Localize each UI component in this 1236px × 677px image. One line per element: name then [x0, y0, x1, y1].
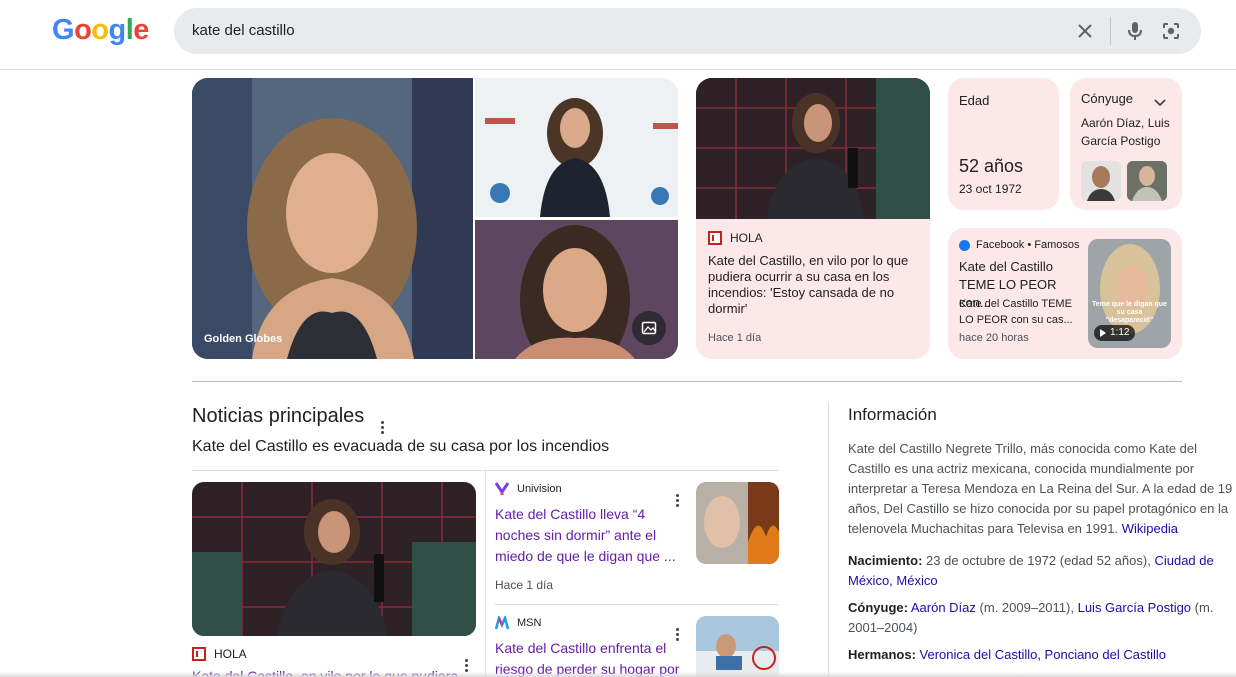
duration-text: 1:12 — [1110, 327, 1130, 338]
play-icon — [1100, 329, 1106, 337]
spouse-names: Aarón Díaz, Luis García Postigo — [1081, 116, 1170, 148]
wikipedia-link[interactable]: Wikipedia — [1122, 521, 1178, 536]
logo-letter: G — [52, 14, 75, 46]
avatar[interactable] — [1127, 161, 1167, 201]
chevron-down-icon[interactable] — [1154, 94, 1166, 112]
image-caption: Golden Globes — [204, 333, 283, 345]
bottom-shadow — [0, 672, 1236, 677]
spouse-link[interactable]: Luis García Postigo — [1078, 600, 1191, 615]
close-icon[interactable] — [1074, 20, 1096, 42]
univision-icon — [494, 482, 510, 496]
news-item-divider — [495, 604, 779, 605]
image-red-carpet[interactable] — [475, 78, 678, 217]
image-portrait[interactable] — [475, 220, 678, 359]
age-date: 23 oct 1972 — [959, 182, 1022, 196]
news-card-hola[interactable]: HOLA Kate del Castillo, en vilo por lo q… — [696, 78, 930, 359]
search-bar[interactable]: kate del castillo — [174, 8, 1201, 54]
header: Google kate del castillo — [0, 0, 1236, 70]
main-image[interactable]: Golden Globes — [192, 78, 473, 359]
info-spouse: Cónyuge: Aarón Díaz (m. 2009–2011), Luis… — [848, 598, 1236, 638]
source-row: MSN — [494, 614, 542, 630]
source-name: MSN — [517, 617, 542, 629]
source-name: Facebook • Famosos — [976, 239, 1080, 251]
image-search-icon[interactable] — [632, 311, 666, 345]
news-item-title[interactable]: Kate del Castillo lleva “4 noches sin do… — [495, 504, 690, 567]
news-card-image — [696, 78, 930, 219]
logo-letter: o — [74, 14, 92, 46]
birth-value: 23 de octubre de 1972 (edad 52 años), — [926, 553, 1151, 568]
siblings-link[interactable]: Veronica del Castillo, Ponciano del Cast… — [920, 647, 1166, 662]
source-row: HOLA — [192, 647, 247, 661]
video-duration: 1:12 — [1094, 325, 1136, 341]
birth-label: Nacimiento: — [848, 553, 923, 568]
info-siblings: Hermanos: Veronica del Castillo, Poncian… — [848, 645, 1236, 665]
news-subheading: Kate del Castillo es evacuada de su casa… — [192, 438, 610, 455]
search-divider — [1110, 17, 1111, 45]
facebook-icon — [959, 239, 970, 251]
logo-letter: e — [133, 14, 149, 46]
siblings-label: Hermanos: — [848, 647, 916, 662]
spouse-years: (m. 2009–2011), — [979, 600, 1074, 615]
search-input[interactable]: kate del castillo — [192, 8, 295, 54]
camera-lens-icon[interactable] — [1160, 20, 1182, 42]
source-row: Facebook • Famosos — [959, 239, 1080, 251]
logo-letter: g — [108, 14, 127, 46]
info-birth: Nacimiento: 23 de octubre de 1972 (edad … — [848, 551, 1236, 591]
facebook-card[interactable]: Facebook • Famosos Kate del Castillo TEM… — [948, 228, 1182, 359]
facebook-card-snippet: Kate del Castillo TEME LO PEOR con su ca… — [959, 298, 1073, 326]
spouse-card[interactable]: Cónyuge Aarón Díaz, Luis García Postigo — [1070, 78, 1182, 210]
age-label: Edad — [959, 93, 990, 108]
source-row: HOLA — [708, 231, 763, 245]
news-item-thumbnail[interactable] — [696, 616, 779, 677]
hola-logo-icon — [708, 231, 722, 245]
spouse-label: Cónyuge — [1081, 91, 1134, 106]
video-thumbnail[interactable]: Teme que le digan que su casa "desaparec… — [1088, 239, 1171, 348]
hola-logo-icon — [192, 647, 206, 661]
facebook-card-time: hace 20 horas — [959, 332, 1029, 344]
age-value: 52 años — [959, 156, 1024, 176]
msn-icon — [494, 614, 510, 630]
info-heading: Información — [848, 405, 937, 424]
news-heading: Noticias principales — [192, 405, 365, 427]
info-description: Kate del Castillo Negrete Trillo, más co… — [848, 439, 1236, 539]
mic-icon[interactable] — [1124, 20, 1146, 42]
news-column-divider — [485, 471, 486, 677]
source-row: Univision — [494, 482, 562, 496]
logo-letter: o — [91, 14, 109, 46]
more-options-icon[interactable] — [465, 649, 468, 672]
section-divider — [192, 381, 1182, 382]
news-main-image[interactable] — [192, 482, 476, 636]
logo-letter: l — [125, 14, 134, 46]
source-name: HOLA — [730, 231, 763, 245]
age-card[interactable]: Edad 52 años 23 oct 1972 — [948, 78, 1059, 210]
info-panel: Información Kate del Castillo Negrete Tr… — [828, 403, 1236, 677]
source-name: HOLA — [214, 647, 247, 661]
news-item-thumbnail[interactable] — [696, 482, 779, 564]
more-options-icon[interactable] — [381, 411, 384, 434]
google-logo[interactable]: Google — [52, 13, 149, 47]
spouse-info-label: Cónyuge: — [848, 600, 908, 615]
news-card-time: Hace 1 día — [708, 332, 762, 344]
source-name: Univision — [517, 483, 562, 495]
video-thumb-text: Teme que le digan que su casa "desaparec… — [1092, 301, 1167, 324]
avatar[interactable] — [1081, 161, 1121, 201]
spouse-link[interactable]: Aarón Díaz — [911, 600, 976, 615]
news-item-time: Hace 1 día — [495, 578, 554, 592]
news-card-headline[interactable]: Kate del Castillo, en vilo por lo que pu… — [708, 253, 920, 317]
